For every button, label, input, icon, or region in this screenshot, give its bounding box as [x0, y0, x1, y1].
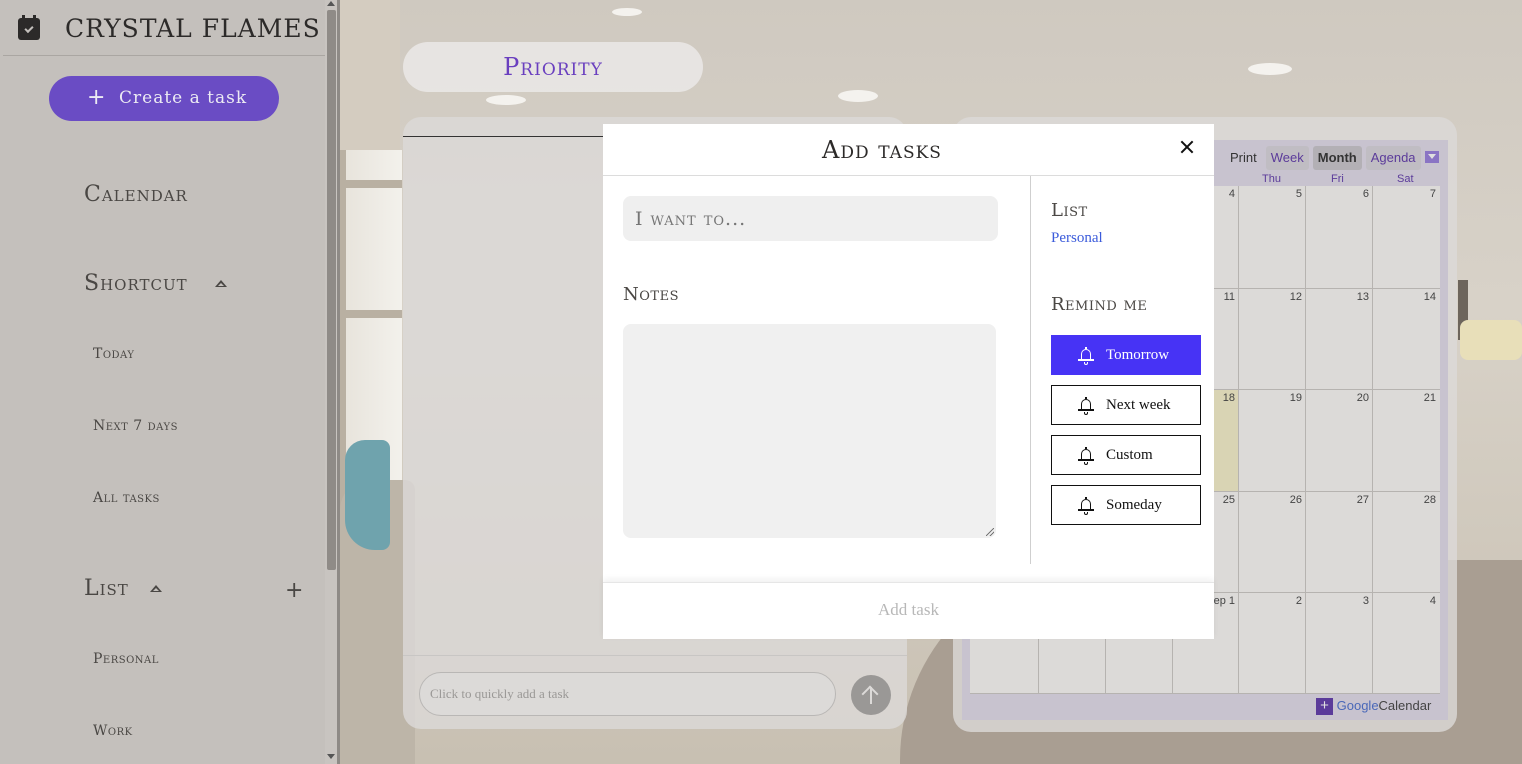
list-label: List: [1051, 200, 1088, 221]
remind-next-week-button[interactable]: Next week: [1051, 385, 1201, 425]
bell-icon: [1078, 497, 1094, 515]
remind-custom-button[interactable]: Custom: [1051, 435, 1201, 475]
bell-icon: [1078, 447, 1094, 465]
remind-tomorrow-button[interactable]: Tomorrow: [1051, 335, 1201, 375]
remind-option-label: Tomorrow: [1106, 347, 1170, 363]
remind-option-label: Custom: [1106, 447, 1153, 463]
notes-label: Notes: [623, 284, 679, 305]
remind-me-label: Remind me: [1051, 294, 1148, 315]
modal-title: Add tasks: [822, 136, 942, 164]
resize-grip-icon[interactable]: [986, 528, 994, 536]
list-selector[interactable]: Personal: [1051, 230, 1103, 247]
bell-icon: [1078, 397, 1094, 415]
modal-footer: Add task: [603, 582, 1214, 639]
add-task-modal: Add tasks Notes List Personal Remind me …: [603, 124, 1214, 639]
remind-option-label: Next week: [1106, 397, 1171, 413]
task-title-input[interactable]: [623, 196, 998, 241]
notes-textarea[interactable]: [623, 324, 996, 538]
bell-icon: [1078, 347, 1094, 365]
close-icon[interactable]: [1176, 136, 1198, 158]
remind-option-label: Someday: [1106, 497, 1162, 513]
modal-header: Add tasks: [603, 124, 1214, 176]
remind-someday-button[interactable]: Someday: [1051, 485, 1201, 525]
add-task-button[interactable]: Add task: [603, 600, 1214, 620]
